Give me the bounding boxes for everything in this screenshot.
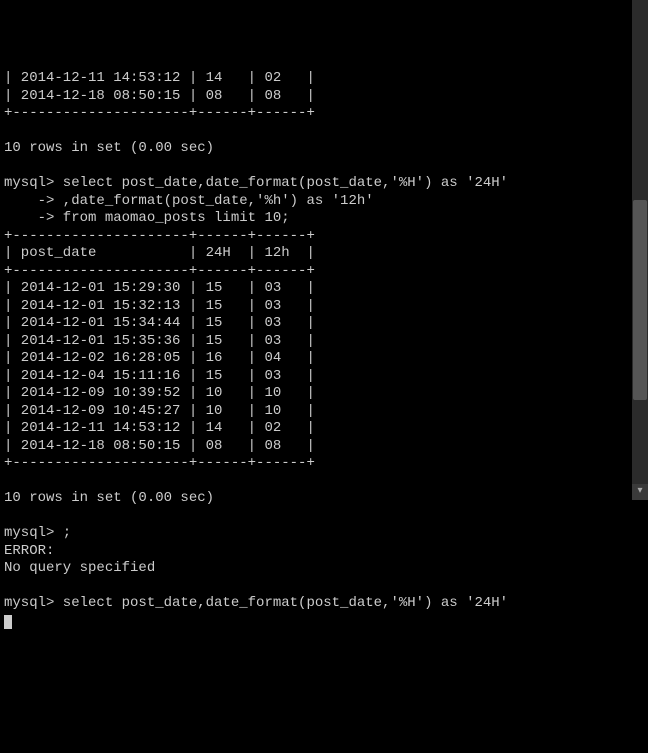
- terminal-output[interactable]: | 2014-12-11 14:53:12 | 14 | 02 | | 2014…: [0, 70, 648, 630]
- cursor: [4, 615, 12, 629]
- scrollbar-thumb[interactable]: [633, 200, 647, 400]
- scrollbar-down-arrow[interactable]: ▾: [632, 484, 648, 500]
- scrollbar-track[interactable]: ▾: [632, 0, 648, 500]
